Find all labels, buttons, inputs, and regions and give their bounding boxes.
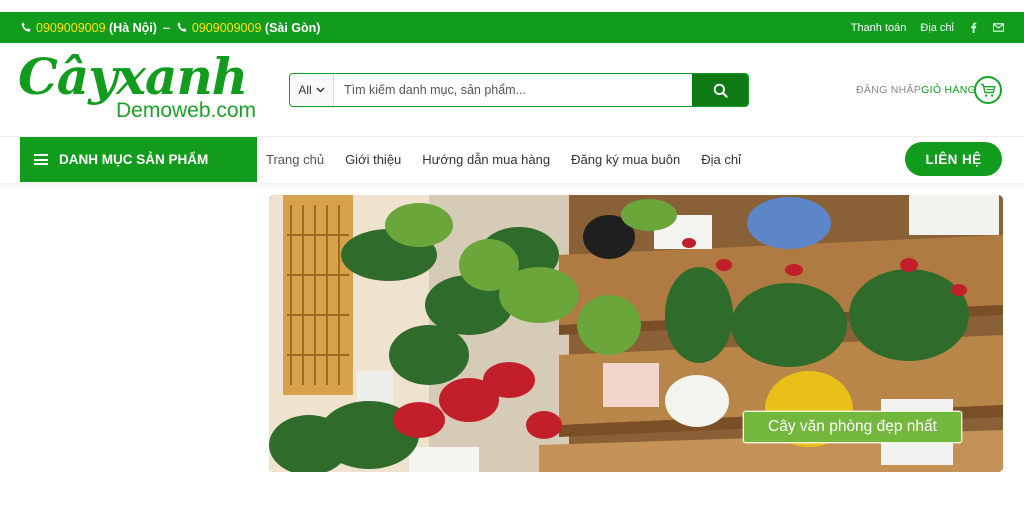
- product-categories-label: DANH MỤC SẢN PHẨM: [59, 152, 209, 167]
- cart-link[interactable]: GIỎ HÀNG: [921, 84, 976, 96]
- hotline-separator: –: [162, 20, 170, 35]
- site-header: Câyxanh Demoweb.com All ĐĂNG NHẬP GIỎ HÀ…: [0, 43, 1024, 137]
- nav-shadow: [0, 183, 1024, 191]
- logo-subtitle: Demoweb.com: [116, 99, 257, 122]
- nav-item-buying-guide[interactable]: Hướng dẫn mua hàng: [422, 152, 550, 167]
- search-icon: [713, 83, 728, 98]
- phone-icon: [177, 22, 187, 32]
- nav-item-home[interactable]: Trang chủ: [266, 152, 324, 167]
- top-bar: 0909009009 (Hà Nội) – 0909009009 (Sài Gò…: [0, 12, 1024, 43]
- hotline-saigon[interactable]: 0909009009 (Sài Gòn): [176, 20, 321, 35]
- cropped-top-strip: [0, 0, 1024, 12]
- payment-link[interactable]: Thanh toán: [851, 22, 907, 34]
- chevron-down-icon: [316, 87, 325, 93]
- search-category-value: All: [298, 83, 312, 97]
- hotline-info: 0909009009 (Hà Nội) – 0909009009 (Sài Gò…: [20, 21, 320, 35]
- site-logo[interactable]: Câyxanh Demoweb.com: [18, 47, 268, 131]
- page: 0909009009 (Hà Nội) – 0909009009 (Sài Gò…: [0, 0, 1024, 508]
- login-link[interactable]: ĐĂNG NHẬP: [856, 84, 921, 96]
- contact-button[interactable]: LIÊN HỆ: [905, 142, 1002, 176]
- nav-menu: Trang chủ Giới thiệu Hướng dẫn mua hàng …: [266, 137, 762, 182]
- hero-banner[interactable]: Cây văn phòng đẹp nhất: [269, 195, 1003, 472]
- search-bar: All: [289, 73, 749, 107]
- phone-saigon: 0909009009: [191, 20, 262, 35]
- nav-item-address[interactable]: Địa chỉ: [701, 152, 741, 167]
- search-category-select[interactable]: All: [290, 74, 334, 106]
- address-link[interactable]: Địa chỉ: [920, 22, 954, 34]
- cart-button[interactable]: [974, 76, 1002, 104]
- cart-icon: [980, 83, 996, 97]
- product-categories-button[interactable]: DANH MỤC SẢN PHẨM: [20, 137, 257, 182]
- mail-icon[interactable]: [993, 22, 1004, 33]
- city-hanoi: (Hà Nội): [109, 20, 157, 35]
- facebook-icon[interactable]: [968, 22, 979, 33]
- menu-icon: [34, 154, 48, 165]
- city-saigon: (Sài Gòn): [264, 20, 321, 35]
- banner-caption[interactable]: Cây văn phòng đẹp nhất: [743, 411, 962, 443]
- logo-script: Câyxanh: [18, 47, 248, 106]
- phone-hanoi: 0909009009: [36, 20, 106, 35]
- nav-item-about[interactable]: Giới thiệu: [345, 152, 401, 167]
- search-button[interactable]: [692, 74, 748, 106]
- nav-item-wholesale[interactable]: Đăng ký mua buôn: [571, 152, 680, 167]
- main-nav: DANH MỤC SẢN PHẨM Trang chủ Giới thiệu H…: [0, 137, 1024, 183]
- phone-icon: [21, 22, 31, 32]
- account-links: ĐĂNG NHẬP GIỎ HÀNG: [856, 84, 976, 96]
- search-input[interactable]: [334, 74, 692, 106]
- top-links: Thanh toán Địa chỉ: [851, 22, 1004, 34]
- hotline-hanoi[interactable]: 0909009009 (Hà Nội): [20, 21, 157, 35]
